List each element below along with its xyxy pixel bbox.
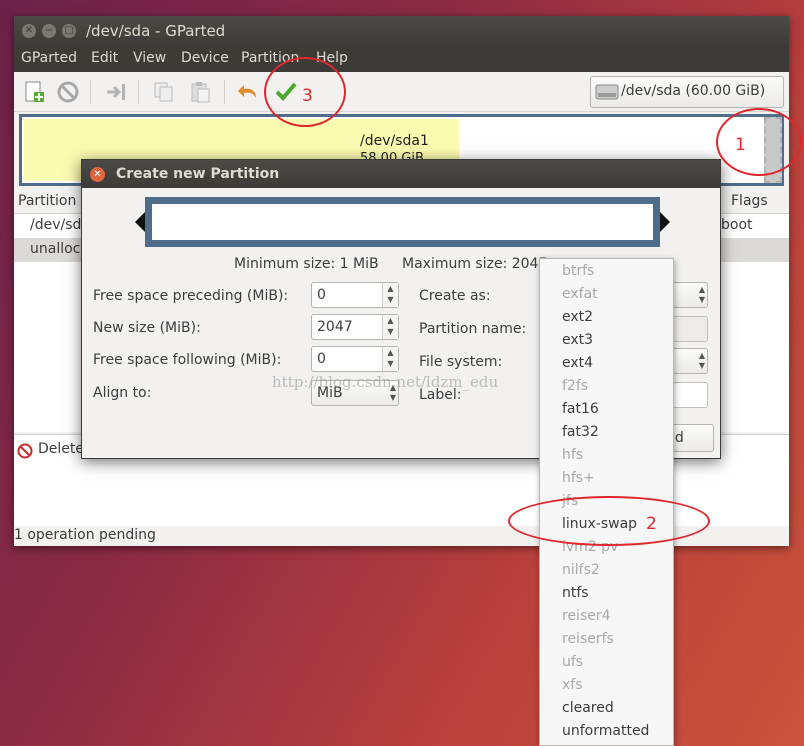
copy-icon[interactable] [152, 80, 176, 104]
dialog-titlebar: ✕ Create new Partition [82, 160, 720, 188]
annotation-ring-1 [716, 108, 802, 176]
fs-option-ext4[interactable]: ext4 [562, 355, 593, 371]
watermark: http://blog.csdn.net/ldzm_edu [272, 373, 499, 391]
fs-option-xfs: xfs [562, 677, 583, 693]
partition-name-label: Partition name: [419, 321, 527, 337]
annotation-number-1: 1 [735, 135, 746, 155]
delete-icon[interactable] [56, 80, 80, 104]
fs-option-hfs: hfs [562, 447, 584, 463]
column-flags[interactable]: Flags [731, 193, 768, 209]
menu-view[interactable]: View [133, 50, 166, 66]
fs-option-exfat: exfat [562, 286, 598, 302]
row-partition: /dev/sd [30, 217, 82, 233]
spinner-arrows-icon[interactable]: ▲ ▼ [382, 283, 398, 307]
min-size-label: Minimum size: 1 MiB [234, 256, 379, 272]
new-size-spinner[interactable]: 2047 ▲ ▼ [311, 314, 399, 340]
device-label: /dev/sda (60.00 GiB) [621, 83, 766, 99]
free-preceding-value: 0 [317, 287, 326, 303]
fs-option-unformatted[interactable]: unformatted [562, 723, 649, 739]
titlebar: ✕ − □ /dev/sda - GParted [14, 16, 789, 46]
resize-icon[interactable] [104, 80, 128, 104]
resizer-bar[interactable] [145, 197, 660, 247]
fs-option-ufs: ufs [562, 654, 584, 670]
new-partition-icon[interactable] [22, 80, 46, 104]
fs-option-ext2[interactable]: ext2 [562, 309, 593, 325]
fs-option-fat32[interactable]: fat32 [562, 424, 599, 440]
toolbar: /dev/sda (60.00 GiB) [14, 72, 789, 112]
fs-option-nilfs2: nilfs2 [562, 562, 600, 578]
new-size-value: 2047 [317, 319, 353, 335]
fs-option-ntfs[interactable]: ntfs [562, 585, 589, 601]
new-size-label: New size (MiB): [93, 320, 201, 336]
status-text: 1 operation pending [14, 527, 156, 543]
fs-option-ext3[interactable]: ext3 [562, 332, 593, 348]
annotation-number-3: 3 [302, 86, 313, 106]
combo-arrows-icon: ▲ ▼ [698, 285, 705, 304]
menu-gparted[interactable]: GParted [21, 50, 77, 66]
free-following-label: Free space following (MiB): [93, 352, 282, 368]
fs-option-fat16[interactable]: fat16 [562, 401, 599, 417]
spinner-arrows-icon[interactable]: ▲ ▼ [382, 347, 398, 371]
fs-option-btrfs: btrfs [562, 263, 595, 279]
disk-icon [595, 84, 619, 100]
combo-arrows-icon: ▲ ▼ [698, 351, 705, 370]
annotation-number-2: 2 [646, 514, 657, 534]
minimize-window-icon[interactable]: − [42, 24, 56, 38]
paste-icon[interactable] [188, 80, 212, 104]
free-preceding-label: Free space preceding (MiB): [93, 288, 289, 304]
free-preceding-spinner[interactable]: 0 ▲ ▼ [311, 282, 399, 308]
align-label: Align to: [93, 385, 152, 401]
fs-option-hfs-: hfs+ [562, 470, 595, 486]
resize-left-handle-icon[interactable] [135, 212, 145, 232]
operation-item[interactable]: Delete [38, 441, 84, 457]
fs-option-reiserfs: reiserfs [562, 631, 614, 647]
device-selector[interactable]: /dev/sda (60.00 GiB) [590, 76, 784, 108]
window-title: /dev/sda - GParted [86, 22, 226, 40]
fs-option-reiser4: reiser4 [562, 608, 611, 624]
undo-icon[interactable] [236, 80, 260, 104]
menu-edit[interactable]: Edit [91, 50, 118, 66]
close-window-icon[interactable]: ✕ [22, 24, 36, 38]
partition-resizer[interactable] [135, 197, 670, 247]
file-system-label: File system: [419, 354, 503, 370]
create-as-label: Create as: [419, 288, 491, 304]
max-size-label: Maximum size: 2047 [402, 256, 548, 272]
resize-right-handle-icon[interactable] [660, 212, 670, 232]
menu-device[interactable]: Device [181, 50, 229, 66]
delete-op-icon [17, 443, 33, 459]
row-partition: unalloc [30, 241, 81, 257]
maximize-window-icon[interactable]: □ [62, 24, 76, 38]
menubar: GParted Edit View Device Partition Help [14, 46, 789, 72]
fs-option-cleared[interactable]: cleared [562, 700, 614, 716]
annotation-ring-2 [508, 496, 710, 546]
column-partition[interactable]: Partition [18, 193, 76, 209]
row-flags: boot [721, 217, 753, 233]
graph-partition-name: /dev/sda1 [360, 133, 429, 149]
fs-option-f2fs: f2fs [562, 378, 589, 394]
free-following-spinner[interactable]: 0 ▲ ▼ [311, 346, 399, 372]
dialog-title: Create new Partition [116, 166, 280, 182]
close-icon[interactable]: ✕ [90, 167, 105, 182]
spinner-arrows-icon[interactable]: ▲ ▼ [382, 315, 398, 339]
free-following-value: 0 [317, 351, 326, 367]
